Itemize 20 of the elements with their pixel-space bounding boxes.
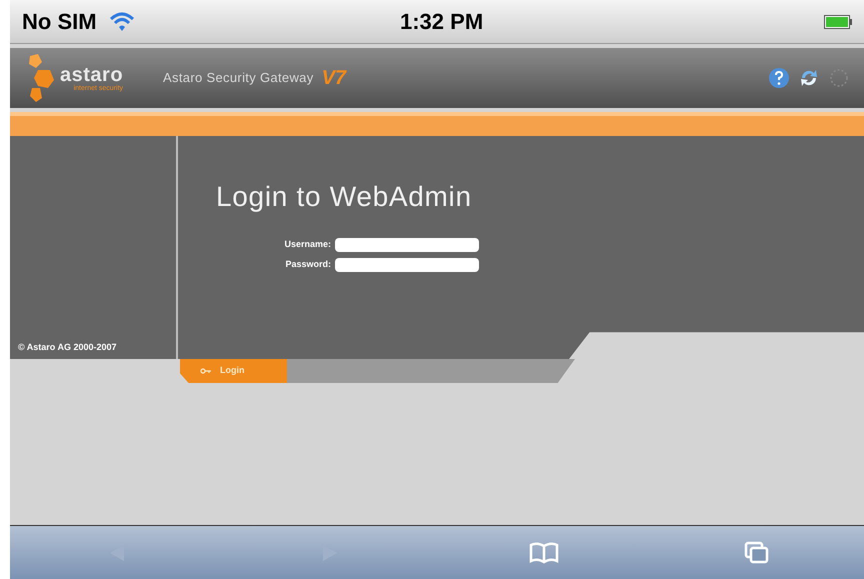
key-icon — [200, 368, 212, 374]
battery-icon — [824, 14, 852, 28]
field-label: Password: — [284, 258, 331, 272]
logo-wordmark: astaro — [60, 64, 124, 84]
copyright-text: © Astaro AG 2000-2007 — [18, 340, 117, 354]
input-field[interactable] — [335, 238, 479, 252]
clock-time: 1:32 PM — [400, 8, 484, 36]
book-icon[interactable] — [528, 540, 559, 564]
hexagon-logo-icon — [26, 54, 56, 102]
product-title: Astaro Security Gateway — [163, 69, 314, 88]
carrier-label: No SIM — [22, 8, 97, 36]
field-label: Username: — [283, 238, 331, 252]
pages-icon[interactable] — [744, 540, 770, 564]
version-label: V7 — [322, 66, 346, 91]
login-button[interactable]: Login — [180, 359, 287, 383]
wifi-icon — [108, 12, 135, 32]
help-icon[interactable] — [768, 67, 790, 89]
input-field[interactable] — [335, 258, 479, 272]
login-title: Login to WebAdmin — [216, 180, 473, 214]
spinner-icon — [828, 67, 848, 89]
